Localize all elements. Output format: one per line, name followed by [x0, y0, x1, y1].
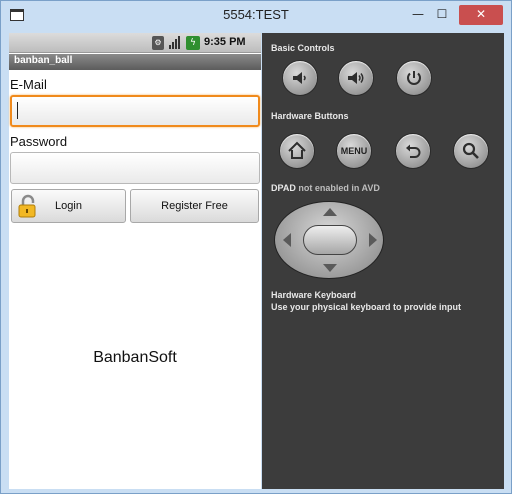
- usb-debug-icon: ⚙: [152, 36, 164, 50]
- dpad-title: DPAD not enabled in AVD: [271, 183, 380, 193]
- brand-text: BanbanSoft: [93, 349, 177, 366]
- title-bar[interactable]: 5554:TEST — ☐ ✕: [1, 1, 511, 32]
- search-icon: [462, 142, 479, 159]
- register-button[interactable]: Register Free: [130, 189, 259, 223]
- email-label: E-Mail: [10, 77, 47, 92]
- home-icon: [288, 141, 306, 159]
- keyboard-title: Hardware Keyboard: [271, 290, 357, 300]
- status-time: 9:35 PM: [204, 36, 246, 48]
- password-field[interactable]: [10, 152, 260, 184]
- volume-down-button[interactable]: [282, 60, 318, 96]
- close-button[interactable]: ✕: [459, 5, 503, 25]
- phone-screen: ⚙ ϟ 9:35 PM banban_ball E-Mail Password: [9, 33, 261, 489]
- dpad-up-arrow-icon[interactable]: [323, 208, 337, 216]
- dpad-center-button[interactable]: [303, 225, 357, 255]
- back-icon: [406, 144, 421, 158]
- keyboard-note: Use your physical keyboard to provide in…: [271, 302, 462, 312]
- status-bar: ⚙ ϟ 9:35 PM: [9, 33, 261, 53]
- email-field[interactable]: [10, 95, 260, 127]
- app-title-bar: banban_ball: [9, 54, 261, 70]
- power-icon: [407, 71, 421, 85]
- password-label: Password: [10, 134, 68, 149]
- basic-controls-title: Basic Controls: [271, 43, 335, 53]
- text-caret: [17, 102, 18, 119]
- login-button[interactable]: Login: [11, 189, 126, 223]
- keyboard-section: Hardware Keyboard Use your physical keyb…: [271, 289, 461, 313]
- volume-up-icon: [348, 72, 364, 84]
- battery-icon: ϟ: [186, 36, 200, 50]
- maximize-button[interactable]: ☐: [431, 5, 453, 25]
- back-button[interactable]: [395, 133, 431, 169]
- minimize-button[interactable]: —: [407, 5, 429, 25]
- emulator-window: 5554:TEST — ☐ ✕ ⚙ ϟ 9:35 PM banban_ball …: [0, 0, 512, 494]
- volume-up-button[interactable]: [338, 60, 374, 96]
- dpad-left-arrow-icon[interactable]: [283, 233, 291, 247]
- app-title: banban_ball: [14, 55, 73, 66]
- signal-icon: [168, 36, 182, 50]
- dpad-note: not enabled in AVD: [298, 183, 380, 193]
- volume-down-icon: [293, 72, 306, 84]
- dpad[interactable]: [274, 201, 384, 279]
- home-button[interactable]: [279, 133, 315, 169]
- dpad-down-arrow-icon[interactable]: [323, 264, 337, 272]
- login-button-label: Login: [55, 200, 82, 212]
- lock-icon: [18, 194, 36, 218]
- power-button[interactable]: [396, 60, 432, 96]
- search-button[interactable]: [453, 133, 489, 169]
- emulator-controls-panel: Basic Controls Hardware Buttons MENU DPA…: [262, 33, 504, 489]
- dpad-label: DPAD: [271, 183, 296, 193]
- menu-button-label: MENU: [340, 146, 368, 156]
- dpad-right-arrow-icon[interactable]: [369, 233, 377, 247]
- hardware-buttons-title: Hardware Buttons: [271, 111, 349, 121]
- menu-button[interactable]: MENU: [336, 133, 372, 169]
